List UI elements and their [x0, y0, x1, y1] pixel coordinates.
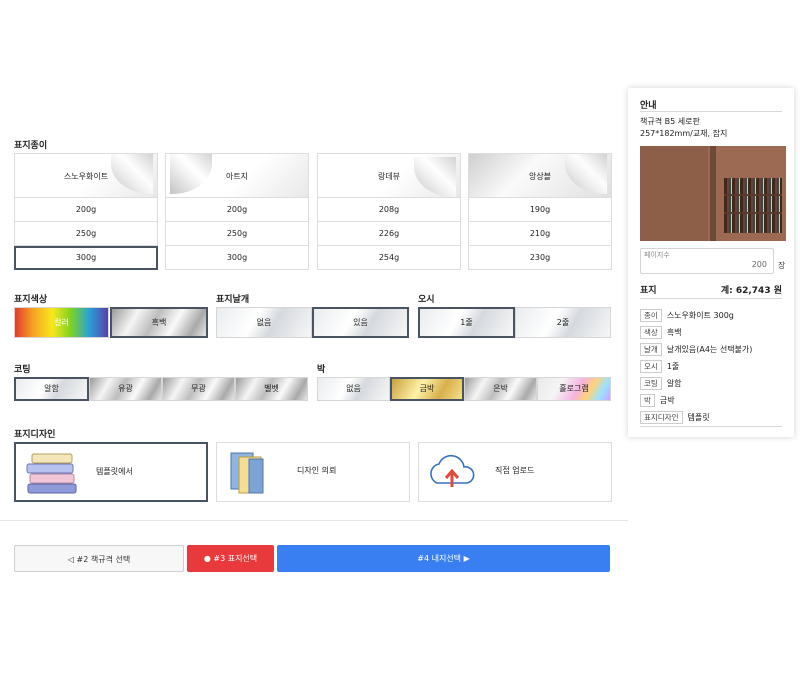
cover-options-panel: 표지종이 스노우화이트 200g 250g 300g 아트지 200g 250g…	[0, 0, 628, 590]
summary-value: 템플릿	[687, 412, 710, 422]
wing-option-none[interactable]: 없음	[216, 307, 312, 338]
weight-option[interactable]: 300g	[165, 246, 309, 270]
summary-tag: 표지디자인	[640, 410, 683, 424]
foil-option-gold[interactable]: 금박	[390, 377, 464, 401]
design-option-label: 직접 업로드	[495, 466, 535, 475]
weight-option-selected[interactable]: 300g	[14, 246, 158, 270]
weight-option[interactable]: 254g	[317, 246, 461, 270]
divider	[0, 520, 628, 521]
summary-tag: 오시	[640, 359, 662, 373]
section-title-wing: 표지날개	[216, 295, 250, 305]
spec-line: 257*182mm/교재, 잡지	[640, 129, 728, 138]
page-count-field[interactable]: 페이지수 200	[640, 248, 774, 274]
books-icon	[230, 452, 264, 494]
summary-row: 날개 날개있음(A4는 선택불가)	[640, 342, 752, 356]
summary-tag: 색상	[640, 325, 662, 339]
total-price: 계: 62,743 원	[720, 286, 782, 296]
coating-option-velvet[interactable]: 벨벳	[235, 377, 308, 401]
paper-option[interactable]: 랑데뷰	[317, 153, 461, 198]
coating-option-none[interactable]: 알함	[14, 377, 89, 401]
summary-row: 박 금박	[640, 393, 675, 407]
paper-column-rendezvous: 랑데뷰 208g 226g 254g	[317, 153, 461, 270]
summary-value: 날개있음(A4는 선택불가)	[666, 344, 753, 354]
summary-value: 금박	[659, 395, 675, 405]
summary-row: 오시 1줄	[640, 359, 679, 373]
design-option-upload[interactable]: 직접 업로드	[418, 442, 612, 502]
paper-name: 스노우화이트	[63, 172, 109, 181]
summary-value: 흑백	[666, 327, 682, 337]
section-title-osi: 오시	[418, 295, 435, 305]
summary-section-title: 표지	[640, 286, 657, 296]
weight-option[interactable]: 230g	[468, 246, 612, 270]
page-count-value: 200	[751, 260, 767, 269]
wing-option-yes[interactable]: 있음	[312, 307, 409, 338]
sidebar-title: 안내	[640, 101, 657, 111]
design-option-label: 디자인 의뢰	[297, 466, 337, 475]
next-step-button[interactable]: #4 내지선택 ▶	[277, 545, 610, 572]
info-sidebar: 안내 책규격 B5 세로판 257*182mm/교재, 잡지 페이지수 200 …	[628, 88, 794, 437]
paper-column-ensemble: 앙상블 190g 210g 230g	[468, 153, 612, 270]
paper-name: 앙상블	[528, 172, 552, 181]
cloud-upload-icon	[430, 454, 475, 487]
divider	[640, 111, 782, 112]
coating-option-matte[interactable]: 무광	[162, 377, 235, 401]
design-option-label: 템플릿에서	[96, 467, 133, 476]
foil-option-hologram[interactable]: 홀로그램	[537, 377, 611, 401]
foil-option-none[interactable]: 없음	[317, 377, 390, 401]
summary-value: 스노우화이트 300g	[666, 310, 734, 320]
paper-option[interactable]: 스노우화이트	[14, 153, 158, 198]
summary-row: 종이 스노우화이트 300g	[640, 308, 734, 322]
current-step-button[interactable]: ● #3 표지선택	[187, 545, 274, 572]
summary-tag: 박	[640, 393, 655, 407]
divider	[640, 426, 782, 427]
design-option-request[interactable]: 디자인 의뢰	[216, 442, 410, 502]
divider	[640, 298, 782, 299]
section-title-foil: 박	[317, 365, 326, 375]
paper-column-snowwhite: 스노우화이트 200g 250g 300g	[14, 153, 158, 270]
weight-option[interactable]: 190g	[468, 198, 612, 222]
prev-step-button[interactable]: ◁ #2 책규격 선택	[14, 545, 184, 572]
weight-option[interactable]: 226g	[317, 222, 461, 246]
summary-tag: 종이	[640, 308, 662, 322]
weight-option[interactable]: 250g	[165, 222, 309, 246]
page-count-unit: 장	[778, 261, 786, 270]
cover-preview-image	[640, 146, 786, 241]
section-title-coating: 코팅	[14, 365, 31, 375]
book-stack-icon	[26, 453, 77, 494]
paper-column-art: 아트지 200g 250g 300g	[165, 153, 309, 270]
summary-value: 알함	[666, 378, 682, 388]
paper-name: 아트지	[225, 172, 249, 181]
paper-name: 랑데뷰	[377, 172, 401, 181]
color-option-color[interactable]: 컬러	[14, 307, 109, 338]
weight-option[interactable]: 250g	[14, 222, 158, 246]
section-title-paper: 표지종이	[14, 141, 48, 151]
coating-option-gloss[interactable]: 유광	[89, 377, 162, 401]
weight-option[interactable]: 210g	[468, 222, 612, 246]
spec-line: 책규격 B5 세로판	[640, 117, 700, 126]
summary-tag: 날개	[640, 342, 662, 356]
weight-option[interactable]: 200g	[165, 198, 309, 222]
weight-option[interactable]: 208g	[317, 198, 461, 222]
summary-value: 1줄	[666, 361, 680, 371]
osi-option-1[interactable]: 1줄	[418, 307, 515, 338]
color-option-bw[interactable]: 흑백	[110, 307, 208, 338]
summary-row: 코팅 알함	[640, 376, 682, 390]
paper-option[interactable]: 아트지	[165, 153, 309, 198]
summary-row: 표지디자인 템플릿	[640, 410, 710, 424]
section-title-color: 표지색상	[14, 295, 48, 305]
weight-option[interactable]: 200g	[14, 198, 158, 222]
osi-option-2[interactable]: 2줄	[515, 307, 611, 338]
summary-row: 색상 흑백	[640, 325, 682, 339]
foil-option-silver[interactable]: 은박	[464, 377, 537, 401]
section-title-design: 표지디자인	[14, 430, 56, 440]
paper-option[interactable]: 앙상블	[468, 153, 612, 198]
summary-tag: 코팅	[640, 376, 662, 390]
page-count-label: 페이지수	[644, 251, 670, 259]
design-option-template[interactable]: 템플릿에서	[14, 442, 208, 502]
